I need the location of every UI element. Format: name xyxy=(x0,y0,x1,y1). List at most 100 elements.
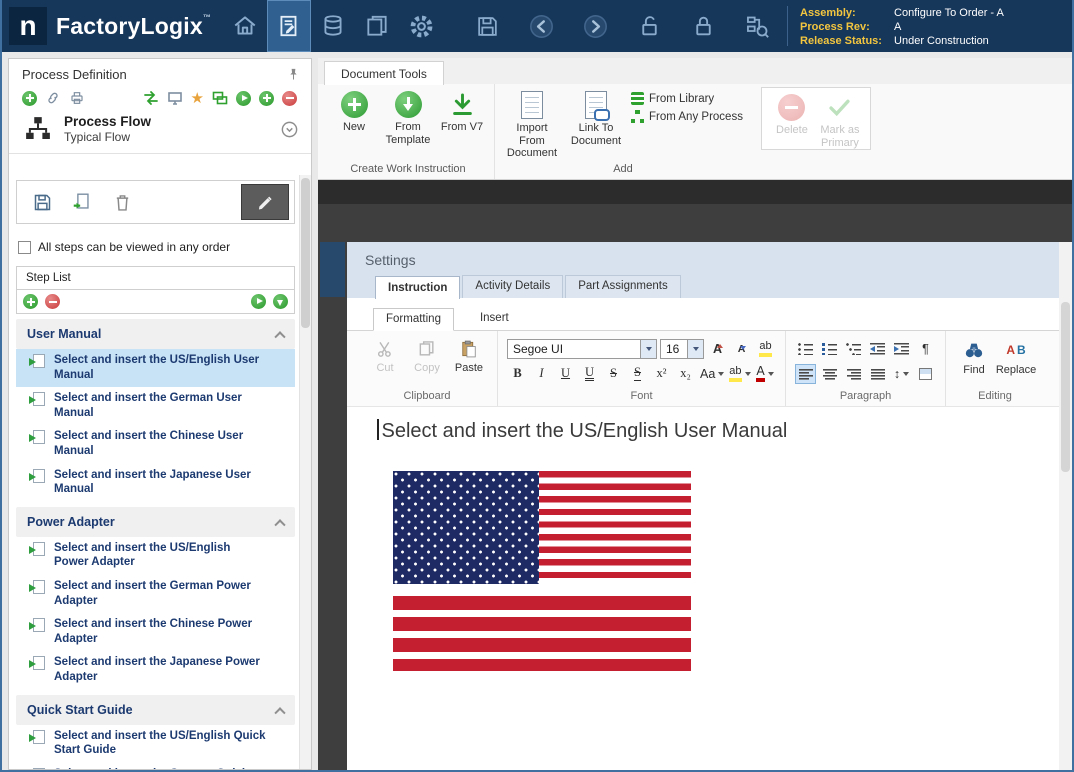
shrink-font-button[interactable]: A xyxy=(731,339,752,359)
expand-flow-icon[interactable] xyxy=(280,120,299,139)
tab-activity-details[interactable]: Activity Details xyxy=(462,275,563,298)
find-button[interactable]: Find xyxy=(955,336,993,386)
editor-scrollbar[interactable] xyxy=(1059,242,1072,770)
new-button[interactable]: New xyxy=(330,87,378,134)
double-underline-button[interactable]: U xyxy=(579,364,600,384)
scrollbar-thumb[interactable] xyxy=(1061,302,1070,472)
underline-button[interactable]: U xyxy=(555,364,576,384)
copy-button[interactable]: Copy xyxy=(408,336,446,386)
step-list-item[interactable]: Select and insert the Japanese User Manu… xyxy=(16,464,295,502)
back-icon[interactable] xyxy=(519,0,563,52)
link-to-document-button[interactable]: Link To Document xyxy=(567,87,625,147)
tab-insert[interactable]: Insert xyxy=(468,308,521,330)
line-spacing-button[interactable]: ↕ xyxy=(891,364,912,384)
from-v7-button[interactable]: From V7 xyxy=(438,87,486,134)
lock-icon[interactable] xyxy=(681,0,725,52)
move-step-up-icon[interactable] xyxy=(251,294,266,309)
step-list-item[interactable]: Select and insert the Chinese User Manua… xyxy=(16,425,295,463)
import-from-document-button[interactable]: Import From Document xyxy=(503,87,561,160)
cut-button[interactable]: Cut xyxy=(366,336,404,386)
justify-button[interactable] xyxy=(867,364,888,384)
save-icon[interactable] xyxy=(465,0,509,52)
multilevel-list-button[interactable] xyxy=(843,339,864,359)
tab-part-assignments[interactable]: Part Assignments xyxy=(565,275,680,298)
monitor-sync-icon[interactable] xyxy=(212,90,228,106)
decrease-indent-button[interactable] xyxy=(867,339,888,359)
unlock-icon[interactable] xyxy=(627,0,671,52)
mark-as-primary-button[interactable]: Mark as Primary xyxy=(816,90,864,149)
process-definition-icon[interactable] xyxy=(267,0,311,52)
remove-process-icon[interactable] xyxy=(282,91,297,106)
order-checkbox[interactable] xyxy=(18,241,31,254)
instruction-document[interactable]: Select and insert the US/English User Ma… xyxy=(347,407,1059,770)
edit-step-button[interactable] xyxy=(241,184,289,220)
step-list-item[interactable]: Select and insert the US/English Quick S… xyxy=(16,725,295,763)
view-order-option[interactable]: All steps can be viewed in any order xyxy=(18,240,311,254)
align-center-button[interactable] xyxy=(819,364,840,384)
process-search-icon[interactable] xyxy=(735,0,779,52)
bullet-list-button[interactable] xyxy=(795,339,816,359)
align-left-button[interactable] xyxy=(795,364,816,384)
font-color-button[interactable]: A xyxy=(755,364,776,384)
grow-font-button[interactable]: A xyxy=(707,339,728,359)
superscript-button[interactable]: x² xyxy=(651,364,672,384)
import-step-icon[interactable] xyxy=(62,184,102,220)
process-flow-row[interactable]: Process Flow Typical Flow xyxy=(9,111,311,154)
strikethrough-button[interactable]: S xyxy=(603,364,624,384)
text-highlight-button[interactable]: ab xyxy=(728,364,751,384)
pin-icon[interactable] xyxy=(286,67,301,82)
italic-button[interactable]: I xyxy=(531,364,552,384)
panel-scrollbar[interactable] xyxy=(299,175,311,769)
remove-step-icon[interactable] xyxy=(45,294,60,309)
link-icon[interactable] xyxy=(45,90,61,106)
collapsed-panel-handle[interactable] xyxy=(320,242,345,297)
shading-button[interactable] xyxy=(915,364,936,384)
print-icon[interactable] xyxy=(69,90,85,106)
tab-document-tools[interactable]: Document Tools xyxy=(324,61,444,85)
us-flag-image[interactable] xyxy=(393,471,691,671)
from-any-process-button[interactable]: From Any Process xyxy=(631,110,743,123)
insert-step-icon[interactable] xyxy=(259,91,274,106)
step-list-item[interactable]: Select and insert the Japanese Power Ada… xyxy=(16,651,295,689)
step-list-item[interactable]: Select and insert the Chinese Power Adap… xyxy=(16,613,295,651)
font-family-select[interactable]: Segoe UI xyxy=(507,339,657,359)
delete-step-icon[interactable] xyxy=(102,184,142,220)
tab-formatting[interactable]: Formatting xyxy=(373,308,454,331)
align-right-button[interactable] xyxy=(843,364,864,384)
show-marks-button[interactable]: ¶ xyxy=(915,339,936,359)
step-list-item[interactable]: Select and insert the German Power Adapt… xyxy=(16,575,295,613)
increase-indent-button[interactable] xyxy=(891,339,912,359)
star-icon[interactable]: ★ xyxy=(191,91,204,106)
double-strikethrough-button[interactable]: S xyxy=(627,364,648,384)
reassign-steps-icon[interactable] xyxy=(143,90,159,106)
add-process-icon[interactable] xyxy=(22,91,37,106)
scrollbar-thumb[interactable] xyxy=(301,178,310,328)
step-group-user-manual[interactable]: User Manual xyxy=(16,319,295,349)
tab-instruction[interactable]: Instruction xyxy=(375,276,460,299)
step-list-item[interactable]: Select and insert the German Quick Start xyxy=(16,763,295,770)
subscript-button[interactable]: x₂ xyxy=(675,364,696,384)
from-template-button[interactable]: From Template xyxy=(384,87,432,146)
add-step-icon[interactable] xyxy=(23,294,38,309)
step-group-power-adapter[interactable]: Power Adapter xyxy=(16,507,295,537)
activate-step-icon[interactable] xyxy=(236,91,251,106)
forward-icon[interactable] xyxy=(573,0,617,52)
step-list-item[interactable]: Select and insert the US/English User Ma… xyxy=(16,349,295,387)
change-case-button[interactable]: Aa xyxy=(699,364,725,384)
numbered-list-button[interactable] xyxy=(819,339,840,359)
step-list-item[interactable]: Select and insert the US/English Power A… xyxy=(16,537,295,575)
save-step-icon[interactable] xyxy=(22,184,62,220)
data-stack-icon[interactable] xyxy=(311,0,355,52)
step-list-item[interactable]: Select and insert the German User Manual xyxy=(16,387,295,425)
delete-button[interactable]: Delete xyxy=(768,90,816,149)
monitor-pin-icon[interactable] xyxy=(167,90,183,106)
paste-button[interactable]: Paste xyxy=(450,336,488,386)
font-size-select[interactable]: 16 xyxy=(660,339,704,359)
clear-formatting-button[interactable]: ab xyxy=(755,339,776,359)
step-group-quick-start-guide[interactable]: Quick Start Guide xyxy=(16,695,295,725)
documents-icon[interactable] xyxy=(355,0,399,52)
home-icon[interactable] xyxy=(223,0,267,52)
bold-button[interactable]: B xyxy=(507,364,528,384)
move-step-down-icon[interactable] xyxy=(273,294,288,309)
from-library-button[interactable]: From Library xyxy=(631,92,743,105)
